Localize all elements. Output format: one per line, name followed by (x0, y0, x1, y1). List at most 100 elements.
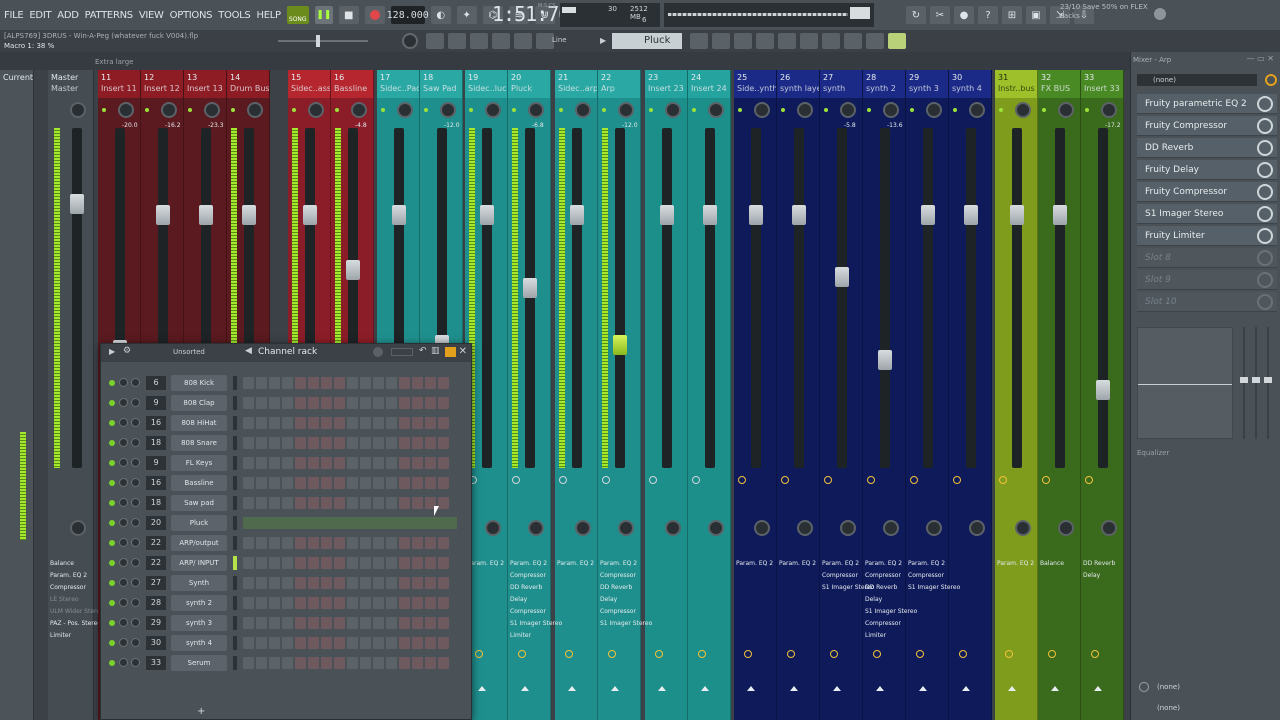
step-button[interactable] (321, 657, 332, 669)
step-button[interactable] (373, 417, 384, 429)
fx-slot-mix-knob[interactable] (1257, 250, 1273, 266)
fx-slot-label[interactable]: Compressor (600, 606, 652, 618)
step-button[interactable] (412, 457, 423, 469)
cut-icon[interactable]: ✂ (930, 6, 950, 24)
mixer-strip-24[interactable]: 24 Insert 24 (688, 70, 731, 720)
fx-slot[interactable]: Slot 10 (1137, 292, 1277, 312)
channel-name-button[interactable]: Saw pad (171, 495, 227, 511)
strip-send-knob[interactable] (608, 650, 616, 658)
strip-volume-fader[interactable] (570, 205, 584, 225)
step-button[interactable] (269, 637, 280, 649)
channel-volume-knob[interactable] (131, 478, 140, 487)
step-button[interactable] (425, 377, 436, 389)
channel-mute-led[interactable] (109, 520, 115, 526)
fx-slot-label[interactable]: DD Reverb (600, 582, 652, 594)
step-button[interactable] (269, 397, 280, 409)
step-button[interactable] (295, 417, 306, 429)
fx-slot-label[interactable]: Compressor (50, 582, 104, 594)
fx-slot-label[interactable]: Balance (50, 558, 104, 570)
step-button[interactable] (360, 417, 371, 429)
mic-icon[interactable]: ● (954, 6, 974, 24)
strip-pan-knob[interactable] (485, 102, 501, 118)
step-button[interactable] (308, 637, 319, 649)
step-button[interactable] (386, 477, 397, 489)
step-button[interactable] (438, 577, 449, 589)
step-button[interactable] (412, 397, 423, 409)
fx-slot-label[interactable]: S1 Imager Stereo (908, 582, 960, 594)
channel-name-button[interactable]: synth 4 (171, 635, 227, 651)
speaker-icon[interactable]: ◀ (245, 346, 252, 356)
step-button[interactable] (412, 557, 423, 569)
strip-enable-led[interactable] (469, 108, 473, 112)
step-button[interactable] (412, 597, 423, 609)
strip-send-knob[interactable] (1091, 650, 1099, 658)
step-button[interactable] (295, 497, 306, 509)
strip-enable-led[interactable] (692, 108, 696, 112)
mixer-master-strip[interactable]: Master Master Balance Param. EQ 2 Compress… (48, 70, 104, 720)
close-icon[interactable]: ✕ (459, 346, 467, 357)
step-button[interactable] (308, 397, 319, 409)
step-button[interactable] (425, 437, 436, 449)
fx-slot-label[interactable]: Param. EQ 2 (779, 558, 816, 570)
step-button[interactable] (386, 657, 397, 669)
step-button[interactable] (399, 577, 410, 589)
step-button[interactable] (399, 377, 410, 389)
strip-enable-led[interactable] (1085, 108, 1089, 112)
strip-volume-fader[interactable] (346, 260, 360, 280)
strip-send-knob[interactable] (565, 650, 573, 658)
master-stereo-knob[interactable] (70, 520, 86, 536)
step-button[interactable] (360, 437, 371, 449)
step-button[interactable] (425, 657, 436, 669)
channel-row[interactable]: 29 synth 3 (101, 614, 471, 632)
news-hint[interactable]: 23/10 Save 50% on FLEX Packs (1060, 3, 1148, 21)
graph-icon[interactable]: ▥ (431, 346, 440, 356)
channel-pan-knob[interactable] (119, 558, 128, 567)
step-button[interactable] (308, 457, 319, 469)
fx-slot-label[interactable]: PAZ - Pos. Stereo (50, 618, 104, 630)
strip-stereo-knob[interactable] (1015, 520, 1031, 536)
strip-enable-led[interactable] (335, 108, 339, 112)
strip-volume-fader[interactable] (792, 205, 806, 225)
step-button[interactable] (295, 577, 306, 589)
strip-pan-knob[interactable] (308, 102, 324, 118)
step-button[interactable] (308, 497, 319, 509)
step-button[interactable] (321, 377, 332, 389)
strip-send-knob[interactable] (518, 650, 526, 658)
channel-volume-knob[interactable] (131, 638, 140, 647)
step-mode-icon[interactable] (445, 347, 456, 357)
strip-pan-knob[interactable] (969, 102, 985, 118)
channel-pan-knob[interactable] (119, 638, 128, 647)
step-button[interactable] (360, 597, 371, 609)
step-button[interactable] (399, 597, 410, 609)
step-button[interactable] (295, 557, 306, 569)
step-button[interactable] (425, 637, 436, 649)
strip-send-knob[interactable] (873, 650, 881, 658)
step-button[interactable] (334, 397, 345, 409)
pencil-icon[interactable] (470, 33, 488, 49)
channel-select-indicator[interactable] (233, 416, 237, 430)
channel-pan-knob[interactable] (119, 598, 128, 607)
strip-route-arrow-icon[interactable] (747, 686, 755, 691)
step-button[interactable] (347, 457, 358, 469)
master-fader[interactable] (70, 194, 84, 214)
channel-name-button[interactable]: ARP/output (171, 535, 227, 551)
channel-row[interactable]: 16 808 HiHat (101, 414, 471, 432)
step-button[interactable] (386, 377, 397, 389)
fx-slot-label[interactable]: Limiter (865, 630, 917, 642)
channel-mixer-track[interactable]: 29 (146, 616, 166, 630)
strip-stereo-knob[interactable] (797, 520, 813, 536)
channel-rack-window[interactable]: ▶ ⚙ Unsorted ◀ Channel rack ↶ ▥ ✕ 6 808 K… (100, 343, 472, 720)
channel-select-indicator[interactable] (233, 536, 237, 550)
channel-row[interactable]: 9 808 Clap (101, 394, 471, 412)
strip-route-arrow-icon[interactable] (833, 686, 841, 691)
help-icon[interactable]: ? (978, 6, 998, 24)
step-button[interactable] (295, 597, 306, 609)
fx-slot[interactable]: Fruity Compressor (1137, 182, 1277, 202)
channel-mixer-track[interactable]: 16 (146, 476, 166, 490)
step-button[interactable] (321, 437, 332, 449)
strip-pan-knob[interactable] (440, 102, 456, 118)
step-button[interactable] (295, 637, 306, 649)
window-controls[interactable]: — ▭ ✕ (1247, 54, 1274, 63)
step-button[interactable] (334, 497, 345, 509)
step-button[interactable] (334, 577, 345, 589)
